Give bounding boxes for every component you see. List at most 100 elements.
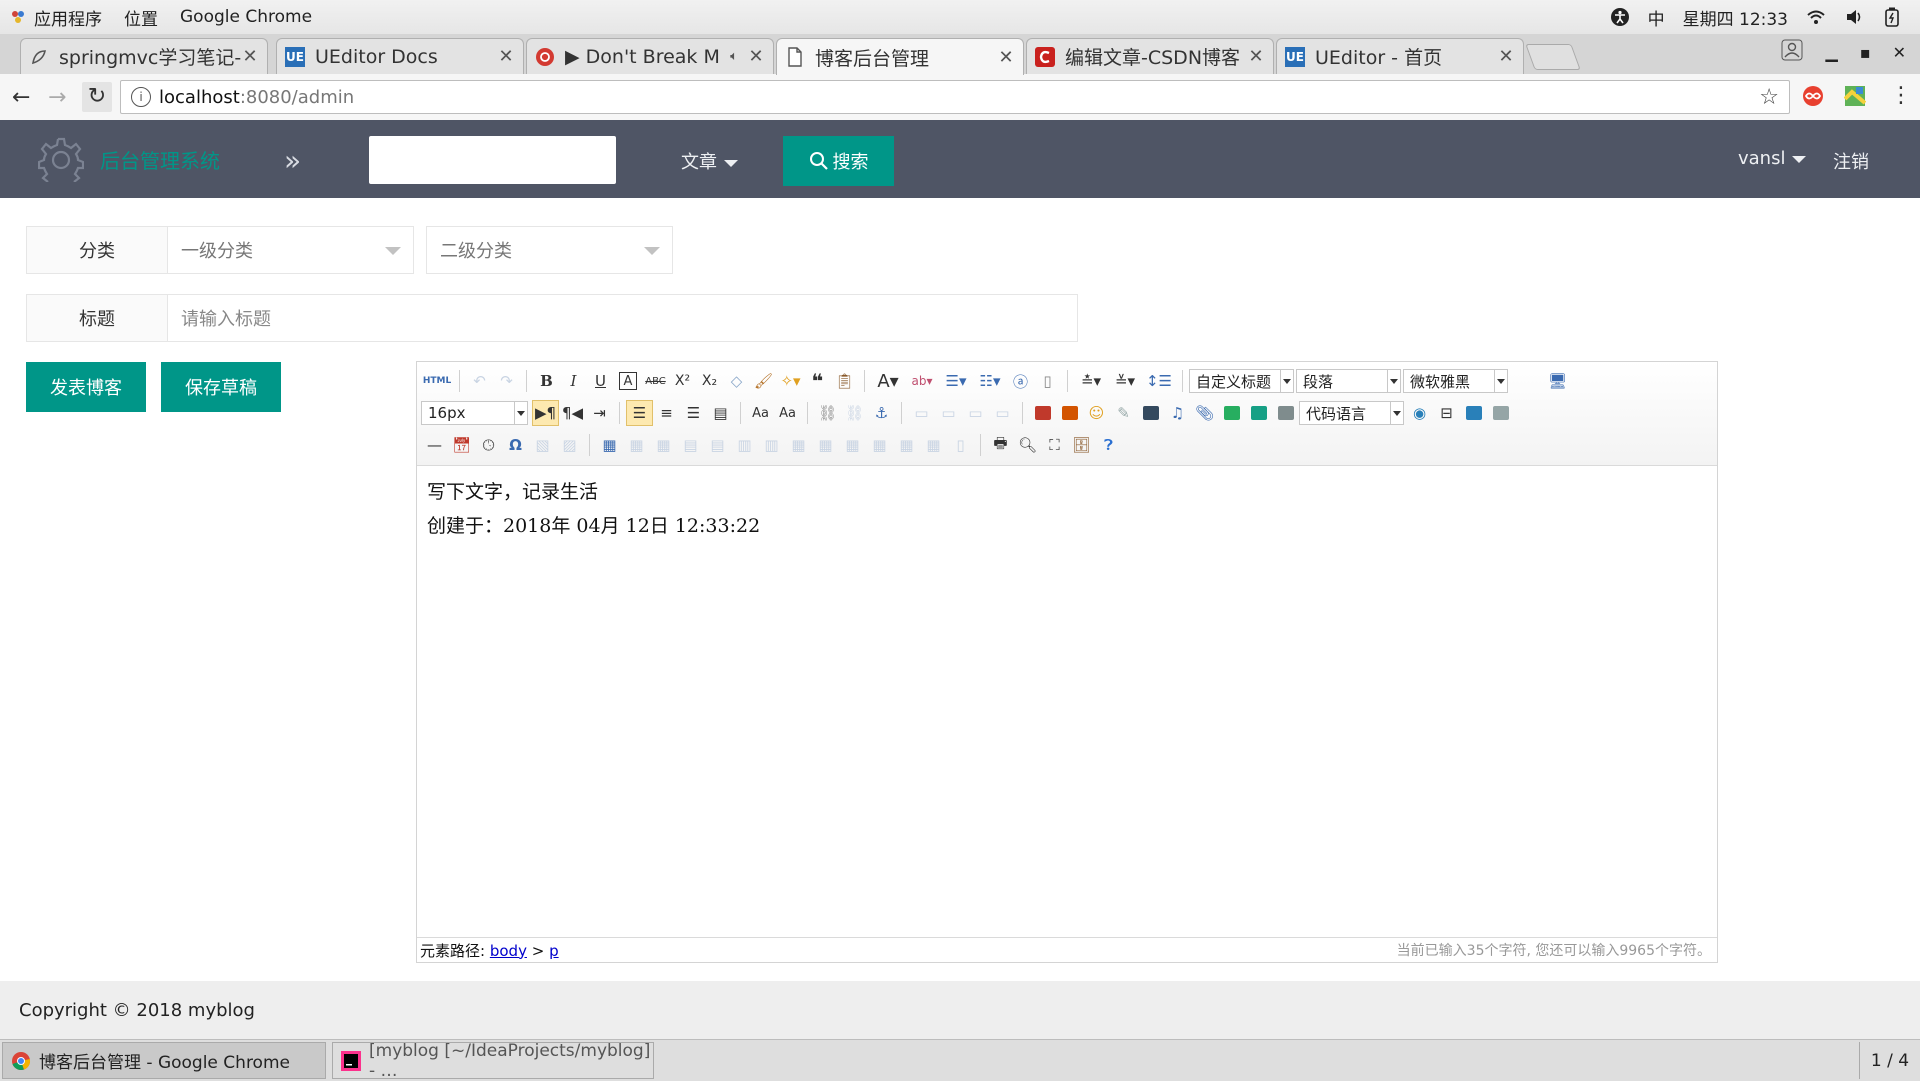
taskbar-item-idea[interactable]: [myblog [~/IdeaProjects/myblog] - …: [332, 1041, 654, 1081]
insert-row-icon[interactable]: ▤: [677, 432, 704, 458]
music-icon[interactable]: ♫: [1164, 400, 1191, 426]
insert-paragraph-before-table-icon[interactable]: ▦: [650, 432, 677, 458]
tab-ueditor-docs[interactable]: UE UEditor Docs ✕: [276, 38, 524, 74]
emotion-icon[interactable]: ☺: [1083, 400, 1110, 426]
code-language-select[interactable]: 代码语言: [1299, 401, 1404, 425]
save-draft-button[interactable]: 保存草稿: [161, 362, 281, 412]
insert-image-icon[interactable]: [1029, 400, 1056, 426]
delete-row-icon[interactable]: ▤: [704, 432, 731, 458]
merge-right-icon[interactable]: ▦: [812, 432, 839, 458]
image-none-icon[interactable]: ▭: [908, 400, 935, 426]
search-replace-icon[interactable]: ⛶: [1041, 432, 1068, 458]
element-path-p-link[interactable]: p: [549, 942, 559, 960]
indent-icon[interactable]: ⇥: [586, 400, 613, 426]
auto-typeset-icon[interactable]: ✧▾: [777, 368, 804, 394]
image-left-icon[interactable]: ▭: [935, 400, 962, 426]
font-border-icon[interactable]: A: [619, 372, 637, 390]
line-height-icon[interactable]: ↕☰: [1142, 368, 1176, 394]
font-family-select[interactable]: 微软雅黑: [1403, 369, 1508, 393]
os-clock[interactable]: 星期四 12:33: [1683, 5, 1788, 30]
back-icon[interactable]: ←: [12, 85, 30, 110]
paragraph-format-select[interactable]: 段落: [1296, 369, 1401, 393]
accessibility-icon[interactable]: [1610, 7, 1630, 27]
input-method-indicator[interactable]: 中: [1648, 5, 1665, 30]
sidebar-toggle-icon[interactable]: »: [284, 144, 301, 177]
article-dropdown[interactable]: 文章: [681, 148, 738, 174]
special-chars-icon[interactable]: Ω: [502, 432, 529, 458]
multi-image-icon[interactable]: [1056, 400, 1083, 426]
close-window-icon[interactable]: ✕: [1893, 43, 1906, 62]
image-right-icon[interactable]: ▭: [962, 400, 989, 426]
reload-icon[interactable]: ↻: [82, 82, 112, 112]
tab-close-icon[interactable]: ✕: [747, 46, 765, 67]
extension-infinity-icon[interactable]: [1802, 85, 1824, 111]
underline-icon[interactable]: U: [587, 368, 614, 394]
tab-music[interactable]: ▶ Don't Break M 🔈︎ ✕: [526, 38, 774, 74]
custom-heading-select[interactable]: 自定义标题: [1189, 369, 1294, 393]
tab-blog-admin[interactable]: 博客后台管理 ✕: [776, 38, 1024, 75]
chrome-menu-icon[interactable]: ⋮: [1890, 83, 1912, 108]
tab-ueditor-home[interactable]: UE UEditor - 首页 ✕: [1276, 38, 1524, 74]
template-icon[interactable]: [1460, 400, 1487, 426]
clear-doc-icon[interactable]: ▯: [1034, 368, 1061, 394]
bold-icon[interactable]: B: [533, 368, 560, 394]
html-source-icon[interactable]: HTML: [421, 368, 453, 394]
profile-icon[interactable]: [1781, 39, 1803, 65]
merge-cells-icon[interactable]: ▦: [785, 432, 812, 458]
workspace-pager[interactable]: 1 / 4: [1859, 1042, 1920, 1079]
delete-table-icon[interactable]: ▦: [623, 432, 650, 458]
search-button[interactable]: 搜索: [783, 136, 894, 186]
insert-date-icon[interactable]: 📅︎: [448, 432, 475, 458]
lowercase-icon[interactable]: Aa: [774, 400, 801, 426]
split-cells-icon[interactable]: ▦: [866, 432, 893, 458]
snapscreen-icon[interactable]: ▨: [556, 432, 583, 458]
align-right-icon[interactable]: ☰: [680, 400, 707, 426]
preview-icon[interactable]: 🔍︎: [1014, 432, 1041, 458]
subscript-icon[interactable]: X₂: [696, 368, 723, 394]
fullscreen-icon[interactable]: 🖥︎: [1544, 368, 1571, 394]
bookmark-star-icon[interactable]: ☆: [1759, 85, 1779, 110]
paste-plain-icon[interactable]: 📋︎: [831, 368, 858, 394]
minimize-icon[interactable]: ▁: [1825, 43, 1837, 62]
redo-icon[interactable]: ↷: [493, 368, 520, 394]
ordered-list-icon[interactable]: ☰▾: [939, 368, 973, 394]
os-active-app[interactable]: Google Chrome: [180, 7, 312, 27]
font-size-select[interactable]: 16px: [421, 401, 528, 425]
site-info-icon[interactable]: i: [131, 87, 151, 107]
extension-map-icon[interactable]: [1843, 85, 1867, 111]
undo-icon[interactable]: ↶: [466, 368, 493, 394]
format-painter-icon[interactable]: 🖌︎: [750, 368, 777, 394]
background-icon[interactable]: [1487, 400, 1514, 426]
direction-rtl-icon[interactable]: ¶◀: [559, 400, 586, 426]
anchor-icon[interactable]: ⚓: [868, 400, 895, 426]
unlink-icon[interactable]: ⛓: [841, 400, 868, 426]
volume-icon[interactable]: [1844, 7, 1864, 27]
font-color-icon[interactable]: A▾: [871, 368, 905, 394]
web-app-icon[interactable]: ◉: [1406, 400, 1433, 426]
page-break-icon[interactable]: ⊟: [1433, 400, 1460, 426]
row-spacing-bottom-icon[interactable]: ≚▾: [1108, 368, 1142, 394]
blockquote-icon[interactable]: ❝: [804, 368, 831, 394]
map-icon[interactable]: [1218, 400, 1245, 426]
help-icon[interactable]: ❓︎: [1095, 432, 1122, 458]
address-bar[interactable]: i localhost:8080/admin ☆: [120, 80, 1790, 114]
chart-icon[interactable]: ▯: [947, 432, 974, 458]
gmap-icon[interactable]: [1245, 400, 1272, 426]
wifi-icon[interactable]: [1806, 7, 1826, 27]
primary-category-select[interactable]: 一级分类: [167, 226, 414, 274]
print-icon[interactable]: 🖶: [987, 432, 1014, 458]
maximize-icon[interactable]: ▪: [1860, 43, 1871, 62]
header-search-input[interactable]: [369, 136, 616, 184]
image-center-icon[interactable]: ▭: [989, 400, 1016, 426]
insert-table-icon[interactable]: ▦: [596, 432, 623, 458]
tab-springmvc[interactable]: springmvc学习笔记- ✕: [20, 38, 268, 74]
select-all-icon[interactable]: ⓐ: [1007, 368, 1034, 394]
title-input[interactable]: 请输入标题: [167, 294, 1078, 342]
editor-content-area[interactable]: 写下文字，记录生活 创建于：2018年 04月 12日 12:33:22: [427, 475, 760, 543]
merge-down-icon[interactable]: ▦: [839, 432, 866, 458]
tab-mute-icon[interactable]: 🔈︎: [725, 49, 743, 64]
remove-format-icon[interactable]: ◇: [723, 368, 750, 394]
horizontal-rule-icon[interactable]: —: [421, 432, 448, 458]
row-spacing-top-icon[interactable]: ≛▾: [1074, 368, 1108, 394]
taskbar-item-chrome[interactable]: 博客后台管理 - Google Chrome: [2, 1042, 326, 1079]
